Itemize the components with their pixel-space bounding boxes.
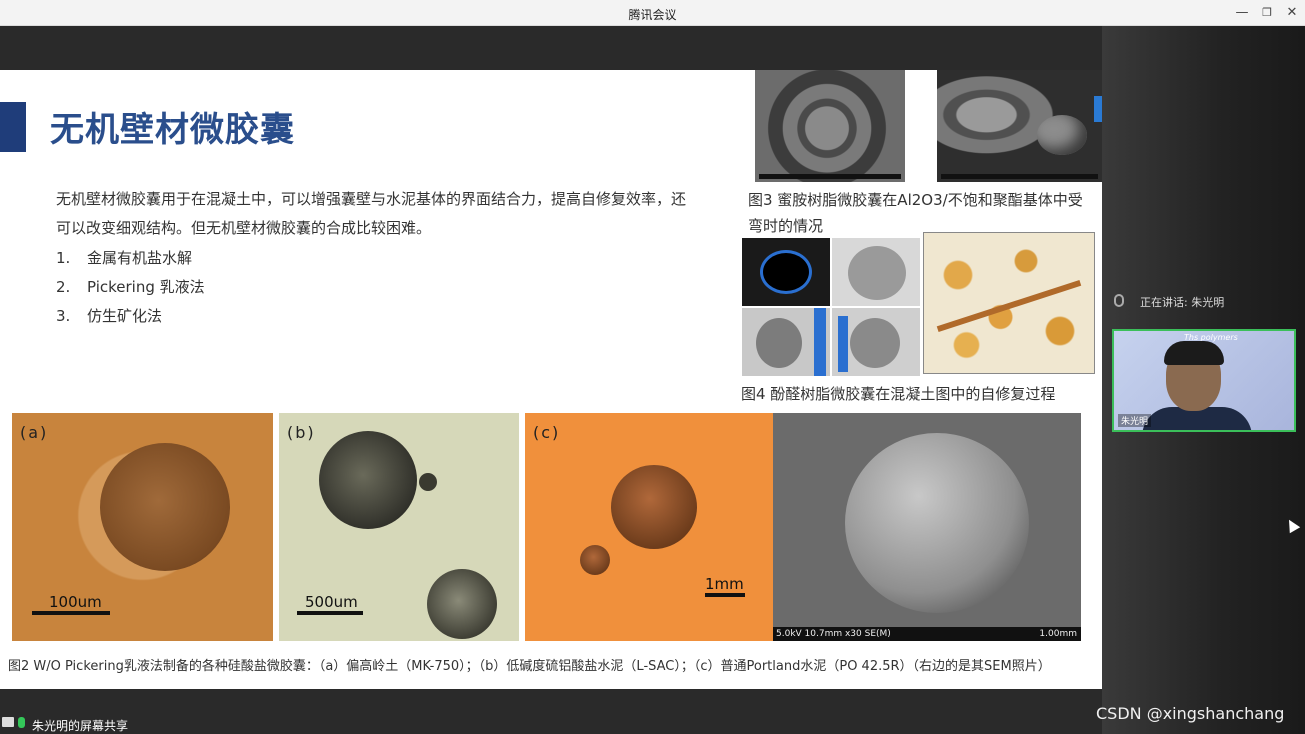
panel-label-b: (b) <box>287 423 316 442</box>
sem-footer: 5.0kV 10.7mm x30 SE(M) 1.00mm <box>773 627 1081 641</box>
micrograph-b: (b) 500um <box>279 413 519 641</box>
method-list: 1. 金属有机盐水解 2. Pickering 乳液法 3. 仿生矿化法 <box>56 244 205 331</box>
fig4-ct-image-2 <box>832 238 920 306</box>
title-accent-bar <box>0 102 26 152</box>
fig4-ct-image-1 <box>742 238 830 306</box>
watermark: CSDN @xingshanchang <box>1096 704 1285 723</box>
speaking-indicator: 正在讲话: 朱光明 <box>1102 290 1305 312</box>
panel-label-a: (a) <box>20 423 49 442</box>
intro-paragraph: 无机壁材微胶囊用于在混凝土中，可以增强囊壁与水泥基体的界面结合力，提高自修复效率… <box>56 190 687 237</box>
restore-icon[interactable]: ❐ <box>1257 3 1277 23</box>
screen-share-indicator[interactable]: 朱光明的屏幕共享 <box>0 714 140 734</box>
microphone-icon <box>1114 294 1124 307</box>
microphone-icon <box>18 717 25 728</box>
participant-name: 朱光明 <box>1118 414 1152 427</box>
panel-label-c: (c) <box>533 423 561 442</box>
scale-label-a: 100um <box>49 593 102 611</box>
participant-video-tile[interactable]: Ths polymers 朱光明 <box>1112 329 1296 432</box>
fig4-ct-image-3 <box>742 308 830 376</box>
list-item: 2. Pickering 乳液法 <box>56 278 205 296</box>
minimize-icon[interactable]: — <box>1232 3 1252 23</box>
fig3-sem-image-left <box>755 70 905 182</box>
scale-label-c: 1mm <box>705 575 744 593</box>
slide-blue-marker <box>1094 96 1102 122</box>
micrograph-c: (c) 1mm <box>525 413 773 641</box>
window-title: 腾讯会议 <box>628 8 677 22</box>
fig3-sem-image-right <box>937 70 1102 182</box>
fig4-caption: 图4 酚醛树脂微胶囊在混凝土图中的自修复过程 <box>741 385 1056 403</box>
window-titlebar: 腾讯会议 — ❐ ✕ <box>0 0 1305 26</box>
list-item: 1. 金属有机盐水解 <box>56 249 193 267</box>
fig2-caption: 图2 W/O Pickering乳液法制备的各种硅酸盐微胶囊：（a）偏高岭土（M… <box>8 659 1051 674</box>
fig4-concrete-cube-image <box>923 232 1095 374</box>
shared-screen: 无机壁材微胶囊 无机壁材微胶囊用于在混凝土中，可以增强囊壁与水泥基体的界面结合力… <box>0 26 1102 734</box>
list-item: 3. 仿生矿化法 <box>56 307 163 325</box>
close-icon[interactable]: ✕ <box>1282 3 1302 23</box>
presentation-slide: 无机壁材微胶囊 无机壁材微胶囊用于在混凝土中，可以增强囊壁与水泥基体的界面结合力… <box>0 70 1102 689</box>
scale-label-b: 500um <box>305 593 358 611</box>
micrograph-sem: 5.0kV 10.7mm x30 SE(M) 1.00mm <box>773 413 1081 641</box>
micrograph-a: (a) 100um <box>12 413 273 641</box>
slide-title: 无机壁材微胶囊 <box>50 110 295 150</box>
screen-share-icon <box>2 717 14 727</box>
fig4-ct-image-4 <box>832 308 920 376</box>
